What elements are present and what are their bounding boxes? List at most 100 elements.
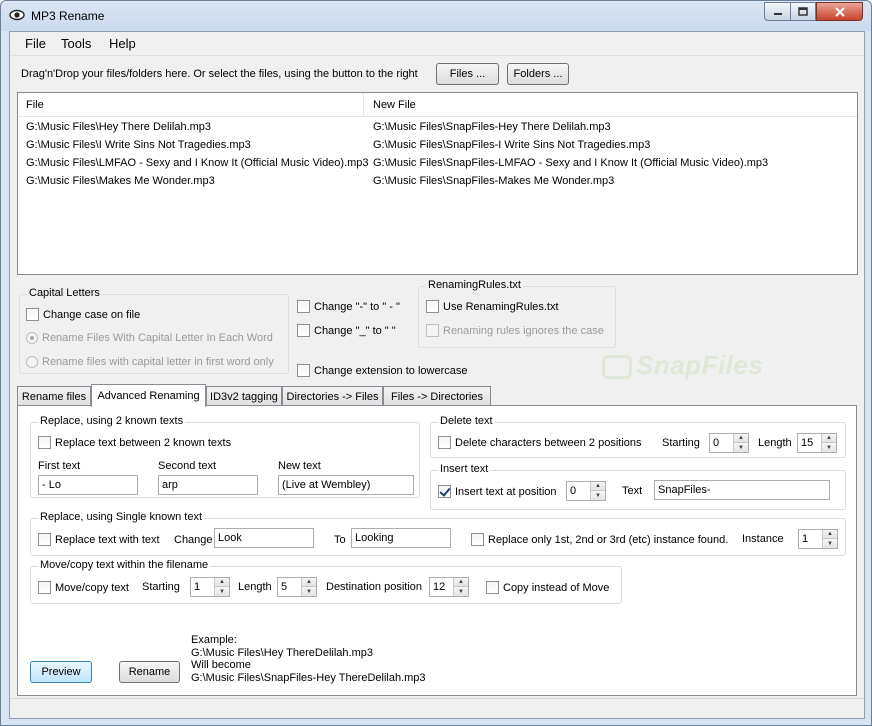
insert-text-input[interactable]: SnapFiles- (654, 480, 830, 500)
example-will-become: Will become (191, 659, 251, 671)
only-instance-checkbox[interactable]: Replace only 1st, 2nd or 3rd (etc) insta… (471, 533, 728, 546)
spinner-value: 15 (801, 437, 814, 449)
delete-length-spinner[interactable]: 15 ▲ ▼ (797, 433, 837, 453)
tab-rename-files[interactable]: Rename files (17, 386, 91, 406)
file-row[interactable]: G:\Music Files\I Write Sins Not Tragedie… (18, 137, 857, 155)
file-row[interactable]: G:\Music Files\Makes Me Wonder.mp3 G:\Mu… (18, 173, 857, 191)
instance-label: Instance (742, 533, 784, 545)
use-rules-checkbox[interactable]: Use RenamingRules.txt (426, 300, 559, 313)
underscore-checkbox[interactable]: Change "_" to " " (297, 324, 396, 337)
each-word-label: Rename Files With Capital Letter In Each… (42, 332, 273, 344)
menu-tools[interactable]: Tools (58, 36, 94, 51)
delete-starting-spinner[interactable]: 0 ▲ ▼ (709, 433, 749, 453)
delete-between-checkbox[interactable]: Delete characters between 2 positions (438, 436, 642, 449)
radio-dot (26, 332, 38, 344)
checkbox-box (471, 533, 484, 546)
spinner-up-icon[interactable]: ▲ (823, 530, 837, 539)
new-text-input[interactable]: (Live at Wembley) (278, 475, 414, 495)
checkbox-box (426, 324, 439, 337)
spinner-down-icon[interactable]: ▼ (734, 443, 748, 452)
move-starting-spinner[interactable]: 1 ▲ ▼ (190, 577, 230, 597)
column-divider[interactable] (363, 93, 364, 117)
second-text-input[interactable]: arp (158, 475, 258, 495)
tab-directories-files[interactable]: Directories -> Files (282, 386, 383, 406)
spinner-down-icon[interactable]: ▼ (302, 587, 316, 596)
first-word-label: Rename files with capital letter in firs… (42, 356, 274, 368)
first-text-input[interactable]: - Lo (38, 475, 138, 495)
spinner-down-icon[interactable]: ▼ (454, 587, 468, 596)
move-copy-group: Move/copy text within the filename Move/… (30, 559, 622, 604)
spinner-up-icon[interactable]: ▲ (215, 578, 229, 587)
insert-position-spinner[interactable]: 0 ▲ ▼ (566, 481, 606, 501)
spinner-down-icon[interactable]: ▼ (822, 443, 836, 452)
file-list[interactable]: File New File G:\Music Files\Hey There D… (17, 92, 858, 275)
copy-instead-checkbox[interactable]: Copy instead of Move (486, 581, 609, 594)
spinner-buttons: ▲ ▼ (590, 482, 605, 500)
checkbox-box (438, 485, 451, 498)
checkbox-box (38, 581, 51, 594)
spinner-up-icon[interactable]: ▲ (454, 578, 468, 587)
dash-checkbox[interactable]: Change "-" to " - " (297, 300, 400, 313)
lowercase-ext-label: Change extension to lowercase (314, 364, 468, 377)
move-length-label: Length (238, 581, 272, 593)
column-file[interactable]: File (26, 99, 44, 111)
file-new: G:\Music Files\SnapFiles-Makes Me Wonder… (373, 175, 615, 187)
delete-between-label: Delete characters between 2 positions (455, 436, 642, 449)
underscore-label: Change "_" to " " (314, 324, 396, 337)
instance-spinner[interactable]: 1 ▲ ▼ (798, 529, 838, 549)
file-original: G:\Music Files\LMFAO - Sexy and I Know I… (26, 157, 369, 169)
spinner-up-icon[interactable]: ▲ (302, 578, 316, 587)
example-preview: Example: G:\Music Files\Hey ThereDelilah… (191, 634, 426, 684)
checkbox-box (297, 364, 310, 377)
file-original: G:\Music Files\Hey There Delilah.mp3 (26, 121, 212, 133)
spinner-down-icon[interactable]: ▼ (823, 539, 837, 548)
each-word-radio[interactable]: Rename Files With Capital Letter In Each… (26, 332, 273, 344)
spinner-up-icon[interactable]: ▲ (591, 482, 605, 491)
move-copy-checkbox[interactable]: Move/copy text (38, 581, 129, 594)
to-input[interactable]: Looking (351, 528, 451, 548)
rename-button[interactable]: Rename (119, 661, 180, 683)
tab-files-directories[interactable]: Files -> Directories (383, 386, 491, 406)
lowercase-ext-checkbox[interactable]: Change extension to lowercase (297, 364, 467, 377)
capital-letters-group: Capital Letters Change case on file Rena… (19, 287, 289, 374)
column-new-file[interactable]: New File (373, 99, 416, 111)
replace-between-label: Replace text between 2 known texts (55, 436, 232, 449)
file-row[interactable]: G:\Music Files\LMFAO - Sexy and I Know I… (18, 155, 857, 173)
file-row[interactable]: G:\Music Files\Hey There Delilah.mp3 G:\… (18, 119, 857, 137)
insert-position-checkbox[interactable]: Insert text at position (438, 485, 557, 498)
spinner-down-icon[interactable]: ▼ (215, 587, 229, 596)
delete-text-title: Delete text (438, 415, 495, 427)
menu-help[interactable]: Help (106, 36, 139, 51)
checkbox-box (297, 300, 310, 313)
folders-button[interactable]: Folders ... (507, 63, 569, 85)
client-area: File Tools Help Drag'n'Drop your files/f… (9, 31, 865, 719)
first-word-radio[interactable]: Rename files with capital letter in firs… (26, 356, 274, 368)
title-bar[interactable]: MP3 Rename (1, 1, 871, 31)
close-icon (834, 6, 845, 17)
close-button[interactable] (816, 2, 863, 21)
spinner-down-icon[interactable]: ▼ (591, 491, 605, 500)
tab-id3v2-tagging[interactable]: ID3v2 tagging (206, 386, 282, 406)
files-button[interactable]: Files ... (436, 63, 499, 85)
move-length-spinner[interactable]: 5 ▲ ▼ (277, 577, 317, 597)
file-original: G:\Music Files\I Write Sins Not Tragedie… (26, 139, 251, 151)
ignores-case-checkbox[interactable]: Renaming rules ignores the case (426, 324, 604, 337)
change-input[interactable]: Look (214, 528, 314, 548)
tab-advanced-renaming[interactable]: Advanced Renaming (91, 384, 206, 407)
radio-dot (26, 356, 38, 368)
menu-file[interactable]: File (22, 36, 49, 51)
spinner-up-icon[interactable]: ▲ (822, 434, 836, 443)
destination-spinner[interactable]: 12 ▲ ▼ (429, 577, 469, 597)
minimize-button[interactable] (764, 2, 791, 21)
advanced-renaming-panel: Replace, using 2 known texts Replace tex… (17, 405, 857, 696)
move-copy-label: Move/copy text (55, 581, 129, 594)
replace-between-checkbox[interactable]: Replace text between 2 known texts (38, 436, 231, 449)
file-new: G:\Music Files\SnapFiles-LMFAO - Sexy an… (373, 157, 769, 169)
change-case-checkbox[interactable]: Change case on file (26, 308, 140, 321)
replace-text-checkbox[interactable]: Replace text with text (38, 533, 160, 546)
spinner-up-icon[interactable]: ▲ (734, 434, 748, 443)
maximize-button[interactable] (790, 2, 816, 21)
example-heading: Example: (191, 634, 237, 646)
preview-button[interactable]: Preview (30, 661, 92, 683)
status-bar (10, 698, 864, 718)
